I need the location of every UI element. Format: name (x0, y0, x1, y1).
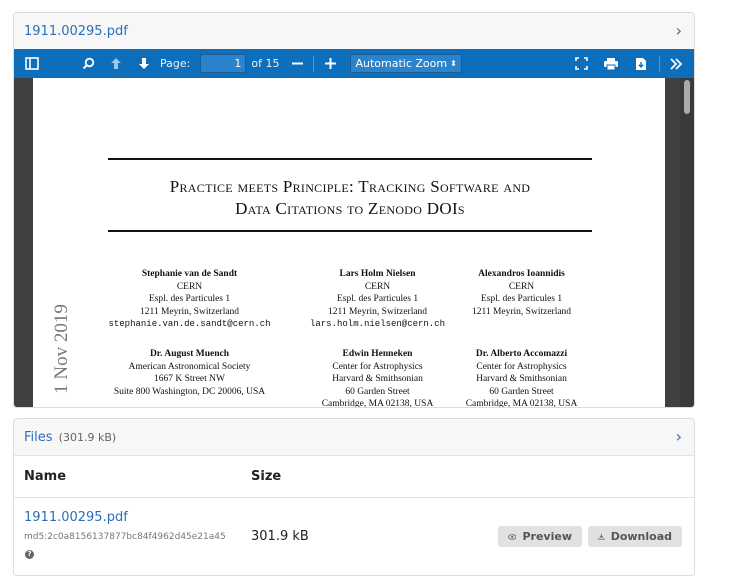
select-arrows-icon: ⬍ (450, 59, 457, 68)
chevron-right-icon[interactable]: › (676, 23, 682, 39)
author-block: Dr. Alberto Accomazzi Center for Astroph… (434, 348, 609, 407)
pdf-toolbar: Page: of 15 Automatic Zoom ⬍ (14, 49, 694, 78)
scrollbar-thumb[interactable] (684, 80, 690, 114)
search-icon (82, 57, 94, 70)
download-icon (598, 533, 605, 540)
files-panel-header[interactable]: Files (301.9 kB) › (14, 419, 694, 456)
author-block: Stephanie van de Sandt CERN Espl. des Pa… (102, 268, 277, 331)
toolbar-separator (659, 55, 660, 72)
save-file-icon (636, 57, 646, 70)
author-line: American Astronomical Society (128, 361, 251, 372)
file-checksum: md5:2c0a8156137877bc84f4962d45e21a45 (24, 532, 226, 542)
author-line: 1211 Meyrin, Switzerland (471, 306, 572, 317)
print-button[interactable] (597, 52, 625, 76)
author-block: Dr. August Muench American Astronomical … (102, 348, 277, 398)
preview-panel-header[interactable]: 1911.00295.pdf › (14, 13, 694, 50)
author-line: Espl. des Particules 1 (148, 294, 231, 304)
zoom-out-button[interactable] (283, 52, 311, 76)
table-header-row: Name Size (14, 456, 694, 498)
author-line: 1211 Meyrin, Switzerland (139, 306, 240, 317)
plus-icon (324, 58, 336, 69)
title-rule-top (108, 158, 592, 160)
sidebar-toggle-icon (25, 57, 39, 70)
arrow-down-icon (139, 58, 149, 69)
paper-title-line-2: Data Citations to Zenodo DOIs (235, 199, 465, 218)
question-icon[interactable]: ? (25, 550, 34, 559)
zoom-in-button[interactable] (316, 52, 344, 76)
files-panel: Files (301.9 kB) › Name Size 1911.00295.… (13, 418, 695, 576)
preview-filename-link[interactable]: 1911.00295.pdf (24, 24, 128, 39)
arxiv-stamp: 1 Nov 2019 (47, 298, 75, 407)
preview-button[interactable]: Preview (498, 526, 582, 547)
next-page-button[interactable] (130, 52, 158, 76)
find-button[interactable] (74, 52, 102, 76)
files-table: Name Size 1911.00295.pdf md5:2c0a8156137… (14, 456, 694, 575)
viewer-scrollbar[interactable] (680, 78, 694, 407)
author-name: Dr. Alberto Accomazzi (475, 349, 568, 359)
column-header-name: Name (24, 469, 67, 484)
chevron-right-icon[interactable]: › (676, 429, 682, 445)
page-label: Page: (160, 57, 191, 70)
file-name-link[interactable]: 1911.00295.pdf (24, 510, 128, 525)
author-line: Center for Astrophysics (476, 361, 567, 372)
title-rule-bottom (108, 230, 592, 232)
column-header-size: Size (251, 469, 282, 484)
download-toolbar-button[interactable] (627, 52, 655, 76)
minus-icon (291, 62, 303, 65)
file-size: 301.9 kB (251, 529, 309, 544)
download-button-label: Download (610, 530, 672, 543)
author-line: Cambridge, MA 02138, USA (465, 399, 578, 407)
fullscreen-icon (574, 57, 588, 70)
presentation-mode-button[interactable] (567, 52, 595, 76)
pdf-page: Practice meets Principle: Tracking Softw… (33, 78, 665, 407)
author-line: 1667 K Street NW (154, 374, 225, 384)
author-name: Alexandros Ioannidis (478, 269, 565, 279)
author-name: Stephanie van de Sandt (141, 269, 238, 279)
table-row: 1911.00295.pdf md5:2c0a8156137877bc84f49… (14, 498, 694, 575)
zoom-select[interactable]: Automatic Zoom ⬍ (350, 54, 462, 73)
page-number-input[interactable] (200, 54, 247, 73)
author-line: CERN (508, 281, 535, 292)
tools-button[interactable] (662, 52, 690, 76)
files-total-size: (301.9 kB) (58, 430, 117, 444)
page-total: of 15 (251, 57, 280, 70)
author-email: lars.holm.nielsen@cern.ch (309, 319, 446, 329)
double-chevron-right-icon (670, 57, 683, 70)
download-button[interactable]: Download (588, 526, 682, 547)
author-line: Suite 800 Washington, DC 20006, USA (113, 386, 266, 397)
author-line: CERN (176, 281, 203, 292)
pdf-viewer[interactable]: Practice meets Principle: Tracking Softw… (14, 78, 694, 407)
arxiv-stamp-text: 1 Nov 2019 (51, 304, 72, 394)
zoom-value: Automatic Zoom (355, 57, 448, 70)
printer-icon (604, 57, 618, 70)
author-block: Alexandros Ioannidis CERN Espl. des Part… (434, 268, 609, 318)
preview-panel: 1911.00295.pdf › Page: of 15 Automatic Z… (13, 12, 695, 408)
arrow-up-icon (111, 58, 121, 69)
author-name: Dr. August Muench (149, 349, 230, 359)
paper-title-line-1: Practice meets Principle: Tracking Softw… (169, 177, 531, 196)
sidebar-toggle-button[interactable] (18, 52, 46, 76)
eye-icon (508, 533, 517, 540)
preview-button-label: Preview (522, 530, 572, 543)
files-title[interactable]: Files (24, 430, 53, 445)
previous-page-button[interactable] (102, 52, 130, 76)
author-line: Harvard & Smithsonian (476, 374, 567, 384)
author-line: Espl. des Particules 1 (480, 294, 563, 304)
toolbar-separator (313, 55, 315, 72)
author-line: 60 Garden Street (489, 386, 554, 397)
author-email: stephanie.van.de.sandt@cern.ch (108, 319, 271, 329)
